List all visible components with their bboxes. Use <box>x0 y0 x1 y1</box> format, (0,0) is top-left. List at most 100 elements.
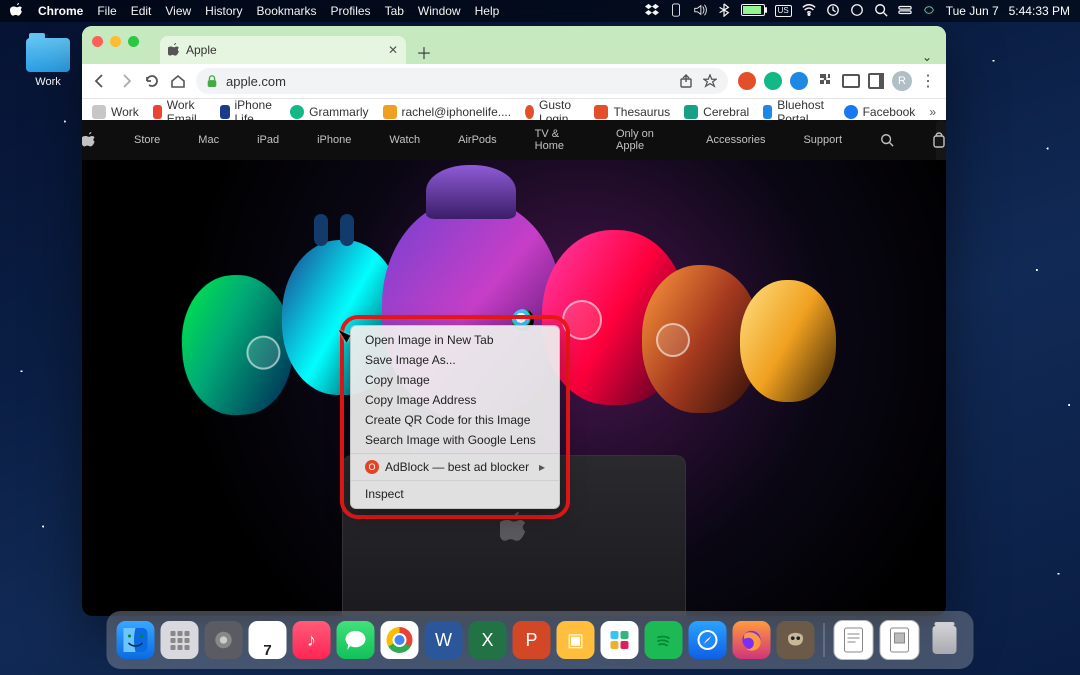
dock-files[interactable]: ▣ <box>557 621 595 659</box>
menu-profiles[interactable]: Profiles <box>331 4 371 18</box>
dropbox-icon[interactable] <box>645 3 659 20</box>
extension-blue-icon[interactable] <box>790 72 808 90</box>
dock-spotify[interactable] <box>645 621 683 659</box>
dock-trash[interactable] <box>926 621 964 659</box>
menu-history[interactable]: History <box>205 4 242 18</box>
bookmark-facebook[interactable]: Facebook <box>844 105 916 119</box>
input-source[interactable]: US <box>775 5 792 17</box>
menu-tab[interactable]: Tab <box>385 4 404 18</box>
menu-time[interactable]: 5:44:33 PM <box>1009 4 1070 18</box>
new-tab-button[interactable]: ＋ <box>412 40 436 64</box>
dock-music[interactable]: ♪ <box>293 621 331 659</box>
nav-store[interactable]: Store <box>134 134 160 146</box>
nav-support[interactable]: Support <box>803 134 842 146</box>
menu-view[interactable]: View <box>165 4 191 18</box>
dock-calendar[interactable]: JUN7 <box>249 621 287 659</box>
sidepanel-icon[interactable] <box>868 73 884 89</box>
control-center-icon[interactable] <box>898 3 912 20</box>
nav-iphone[interactable]: iPhone <box>317 134 351 146</box>
bookmark-cerebral[interactable]: Cerebral <box>684 105 749 119</box>
ctx-create-qr[interactable]: Create QR Code for this Image <box>351 410 559 430</box>
nav-tv-home[interactable]: TV & Home <box>535 128 578 152</box>
bookmark-work[interactable]: Work <box>92 105 139 119</box>
spotlight-icon[interactable] <box>874 3 888 20</box>
bookmarks-overflow[interactable]: » <box>929 105 936 119</box>
dock-messages[interactable] <box>337 621 375 659</box>
ctx-copy-image-address[interactable]: Copy Image Address <box>351 390 559 410</box>
apple-logo[interactable] <box>82 132 96 148</box>
folder-label: Work <box>18 76 78 88</box>
ctx-open-image-new-tab[interactable]: Open Image in New Tab <box>351 330 559 350</box>
siri-icon[interactable] <box>922 3 936 20</box>
iphone-life-icon <box>220 105 230 119</box>
nav-accessories[interactable]: Accessories <box>706 134 765 146</box>
dock-slack[interactable] <box>601 621 639 659</box>
address-url: apple.com <box>226 74 286 89</box>
menu-help[interactable]: Help <box>475 4 500 18</box>
nav-forward[interactable] <box>118 73 134 89</box>
dock-powerpoint[interactable]: P <box>513 621 551 659</box>
dock-safari[interactable] <box>689 621 727 659</box>
ctx-copy-image[interactable]: Copy Image <box>351 370 559 390</box>
dock-word[interactable]: W <box>425 621 463 659</box>
address-bar[interactable]: apple.com <box>196 68 728 94</box>
extension-adblock-icon[interactable] <box>738 72 756 90</box>
battery-icon[interactable] <box>741 4 765 19</box>
active-app-name[interactable]: Chrome <box>38 4 83 18</box>
menu-edit[interactable]: Edit <box>131 4 152 18</box>
volume-icon[interactable] <box>693 3 707 20</box>
window-minimize[interactable] <box>110 36 121 47</box>
menu-window[interactable]: Window <box>418 4 461 18</box>
window-zoom[interactable] <box>128 36 139 47</box>
bookmark-star-icon[interactable] <box>702 73 718 89</box>
extension-grammarly-icon[interactable] <box>764 72 782 90</box>
dock-document-1[interactable] <box>834 620 874 660</box>
do-not-disturb-icon[interactable] <box>850 3 864 20</box>
dock-finder[interactable] <box>117 621 155 659</box>
cast-icon[interactable] <box>842 74 860 88</box>
ctx-save-image-as[interactable]: Save Image As... <box>351 350 559 370</box>
tabs-overflow[interactable]: ⌄ <box>922 50 932 64</box>
ctx-search-google-lens[interactable]: Search Image with Google Lens <box>351 430 559 450</box>
ctx-adblock[interactable]: O AdBlock — best ad blocker ▸ <box>351 457 559 477</box>
phone-status-icon[interactable] <box>669 3 683 20</box>
menu-file[interactable]: File <box>97 4 116 18</box>
dock-document-2[interactable] <box>880 620 920 660</box>
nav-bag-icon[interactable] <box>932 132 946 148</box>
nav-reload[interactable] <box>144 73 160 89</box>
share-icon[interactable] <box>678 73 694 89</box>
dock-gimp[interactable] <box>777 621 815 659</box>
nav-airpods[interactable]: AirPods <box>458 134 497 146</box>
dock-system-settings[interactable] <box>205 621 243 659</box>
tab-apple[interactable]: Apple ✕ <box>160 36 406 64</box>
nav-home[interactable] <box>170 73 186 89</box>
tab-close[interactable]: ✕ <box>388 43 398 57</box>
nav-only-apple[interactable]: Only on Apple <box>616 128 668 152</box>
nav-search-icon[interactable] <box>880 133 894 147</box>
menu-bookmarks[interactable]: Bookmarks <box>257 4 317 18</box>
desktop-folder-work[interactable]: Work <box>18 38 78 88</box>
dock-launchpad[interactable] <box>161 621 199 659</box>
dock-firefox[interactable] <box>733 621 771 659</box>
dock-excel[interactable]: X <box>469 621 507 659</box>
nav-back[interactable] <box>92 73 108 89</box>
bluetooth-icon[interactable] <box>717 3 731 20</box>
chrome-menu[interactable]: ⋮ <box>920 71 936 91</box>
nav-mac[interactable]: Mac <box>198 134 219 146</box>
lock-icon <box>206 75 218 87</box>
nav-ipad[interactable]: iPad <box>257 134 279 146</box>
bookmark-grammarly[interactable]: Grammarly <box>290 105 368 119</box>
extensions-puzzle-icon[interactable] <box>816 72 834 90</box>
dock-chrome[interactable] <box>381 621 419 659</box>
memoji-yellow <box>740 280 836 402</box>
apple-menu[interactable] <box>10 3 24 20</box>
sync-icon[interactable] <box>826 3 840 20</box>
bookmark-rachel[interactable]: rachel@iphonelife.... <box>383 105 512 119</box>
menu-date[interactable]: Tue Jun 7 <box>946 4 999 18</box>
wifi-icon[interactable] <box>802 3 816 20</box>
ctx-inspect[interactable]: Inspect <box>351 484 559 504</box>
bookmark-thesaurus[interactable]: Thesaurus <box>594 105 670 119</box>
profile-avatar[interactable]: R <box>892 71 912 91</box>
window-close[interactable] <box>92 36 103 47</box>
nav-watch[interactable]: Watch <box>389 134 420 146</box>
